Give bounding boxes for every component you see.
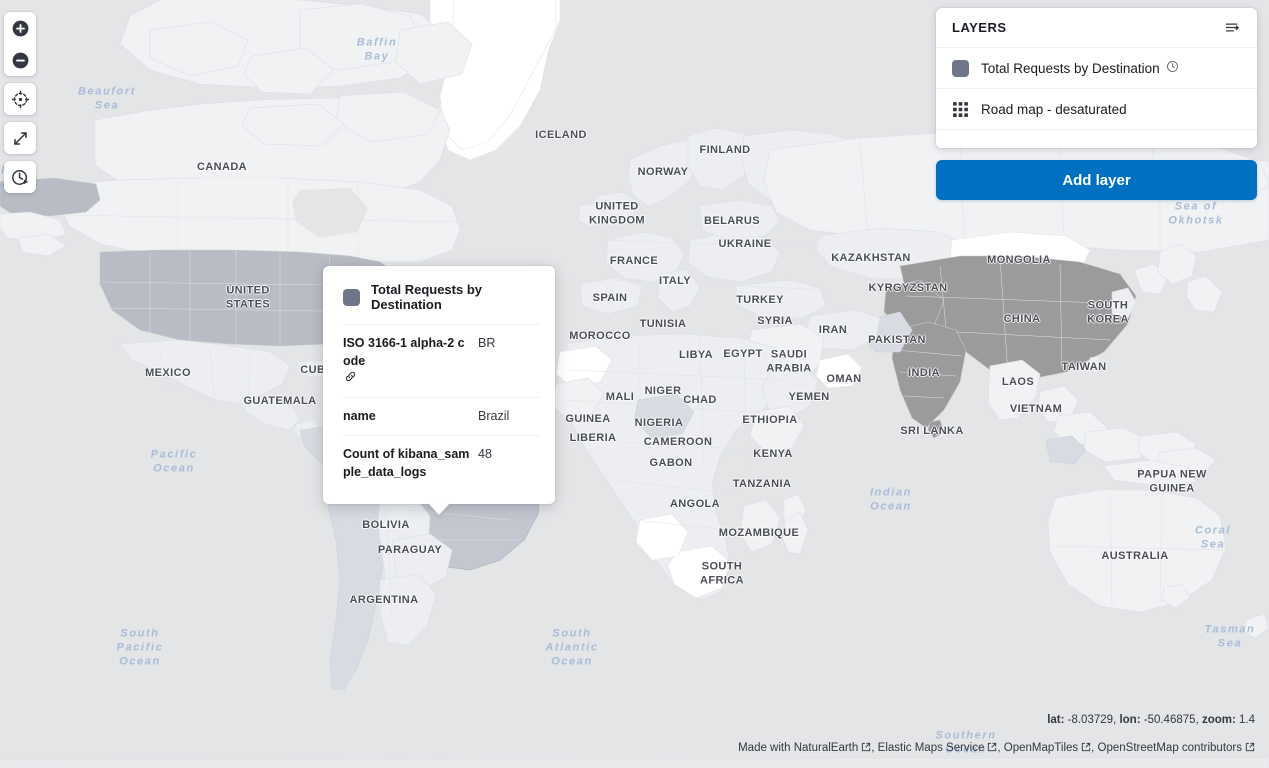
tooltip-property-key: name <box>343 407 470 425</box>
clock-icon <box>1166 60 1179 76</box>
layers-panel: LAYERS Total Requests by Destinat <box>936 8 1257 148</box>
zoom-value: 1.4 <box>1239 714 1255 726</box>
zoom-out-button[interactable] <box>4 44 36 76</box>
tooltip-layer-swatch <box>343 289 360 306</box>
tooltip-row-count: Count of kibana_sample_data_logs 48 <box>343 435 539 490</box>
layer-item-road-map-desaturated[interactable]: Road map - desaturated <box>936 89 1257 130</box>
external-link-icon <box>1081 742 1091 755</box>
zoom-control-group <box>4 12 36 76</box>
minus-circle-icon <box>11 51 30 70</box>
map-controls <box>4 12 36 193</box>
tooltip-property-value: 48 <box>478 445 539 463</box>
lat-label: lat: <box>1047 714 1064 726</box>
tooltip-property-value: Brazil <box>478 407 539 425</box>
lon-label: lon: <box>1119 714 1140 726</box>
map-attribution: Made with NaturalEarth, Elastic Maps Ser… <box>738 742 1255 755</box>
tooltip-properties-table: ISO 3166-1 alpha-2 code BR name Brazil <box>323 324 555 504</box>
attribution-link-naturalearth[interactable]: NaturalEarth <box>794 742 872 754</box>
expand-arrows-icon <box>11 129 30 148</box>
tooltip-property-value: BR <box>478 334 539 352</box>
coordinates-readout: lat: -8.03729, lon: -50.46875, zoom: 1.4 <box>1047 714 1255 726</box>
attribution-link-openmaptiles[interactable]: OpenMapTiles <box>1004 742 1091 754</box>
layers-panel-title: LAYERS <box>952 20 1007 35</box>
external-link-icon <box>1245 742 1255 755</box>
fit-control-group <box>4 83 36 115</box>
collapse-panel-button[interactable] <box>1224 19 1241 36</box>
layer-item-label: Total Requests by Destination <box>981 61 1160 76</box>
add-layer-button[interactable]: Add layer <box>936 160 1257 200</box>
lat-value: -8.03729, <box>1068 714 1117 726</box>
external-link-icon <box>861 742 871 755</box>
attribution-link-openstreetmap[interactable]: OpenStreetMap contributors <box>1098 742 1255 754</box>
tooltip-title: Total Requests by Destination <box>371 282 539 312</box>
layer-color-swatch <box>952 60 969 77</box>
attribution-prefix: Made with <box>738 742 794 754</box>
zoom-label: zoom: <box>1202 714 1236 726</box>
layer-item-label-wrap: Total Requests by Destination <box>981 60 1179 76</box>
attribution-link-elastic-maps-service[interactable]: Elastic Maps Service <box>878 742 998 754</box>
clock-play-icon <box>11 168 30 187</box>
tooltip-property-key: ISO 3166-1 alpha-2 code <box>343 334 470 388</box>
crosshair-icon <box>11 90 30 109</box>
layers-panel-container: LAYERS Total Requests by Destinat <box>936 8 1257 200</box>
fit-to-data-button[interactable] <box>4 83 36 115</box>
layer-item-label: Road map - desaturated <box>981 102 1127 117</box>
external-link-icon <box>987 742 997 755</box>
time-slider-button[interactable] <box>4 161 36 193</box>
fullscreen-control-group <box>4 122 36 154</box>
zoom-in-button[interactable] <box>4 12 36 44</box>
maps-application: .land { fill:#eceef1; stroke:#dcdfe4; st… <box>0 0 1269 768</box>
layer-item-total-requests-by-destination[interactable]: Total Requests by Destination <box>936 48 1257 89</box>
plus-circle-icon <box>11 19 30 38</box>
feature-tooltip: Total Requests by Destination ISO 3166-1… <box>323 266 555 504</box>
lon-value: -50.46875, <box>1144 714 1199 726</box>
layers-panel-header: LAYERS <box>936 8 1257 48</box>
layers-panel-footer <box>936 130 1257 148</box>
fullscreen-button[interactable] <box>4 122 36 154</box>
collapse-panel-icon <box>1224 19 1241 36</box>
tooltip-property-key: Count of kibana_sample_data_logs <box>343 445 470 481</box>
tooltip-row-iso-code: ISO 3166-1 alpha-2 code BR <box>343 324 539 397</box>
link-icon[interactable] <box>344 370 357 388</box>
tooltip-header: Total Requests by Destination <box>323 266 555 324</box>
grid-tiles-icon <box>952 101 969 118</box>
tooltip-row-name: name Brazil <box>343 397 539 434</box>
timeslider-control-group <box>4 161 36 193</box>
